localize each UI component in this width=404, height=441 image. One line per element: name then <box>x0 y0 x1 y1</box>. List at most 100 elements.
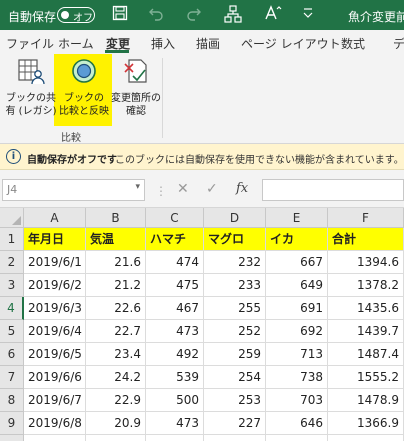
table-cell[interactable]: 1439.7 <box>328 320 404 343</box>
table-cell[interactable]: 713 <box>266 343 328 366</box>
row-header[interactable]: 3 <box>0 274 24 297</box>
table-cell[interactable]: 24.2 <box>86 366 146 389</box>
compare-merge-button[interactable]: ブックの 比較と反映 <box>58 56 110 118</box>
row-header[interactable]: 6 <box>0 343 24 366</box>
table-cell[interactable]: 2019/6/2 <box>24 274 86 297</box>
table-cell[interactable]: 253 <box>204 389 266 412</box>
column-header-f[interactable]: F <box>328 208 404 228</box>
table-cell[interactable]: 2019/6/8 <box>24 412 86 435</box>
table-cell[interactable]: 2019/6/5 <box>24 343 86 366</box>
table-cell[interactable]: 691 <box>266 297 328 320</box>
save-icon[interactable] <box>112 5 128 25</box>
table-cell[interactable]: 22.6 <box>86 297 146 320</box>
table-cell[interactable]: 21.2 <box>86 274 146 297</box>
formula-input[interactable] <box>262 179 404 201</box>
header-cell[interactable]: 合計 <box>328 228 404 251</box>
table-cell[interactable]: 2019/6/3 <box>24 297 86 320</box>
table-cell[interactable]: 22.9 <box>86 389 146 412</box>
redo-icon[interactable] <box>186 5 202 25</box>
hierarchy-icon[interactable] <box>224 5 242 27</box>
table-cell[interactable]: 1378.2 <box>328 274 404 297</box>
cancel-icon[interactable]: ✕ <box>177 181 189 197</box>
undo-icon[interactable] <box>148 5 164 25</box>
table-cell[interactable]: 500 <box>146 389 204 412</box>
tab-insert[interactable]: 挿入 <box>151 35 175 52</box>
table-cell[interactable]: 539 <box>146 366 204 389</box>
table-cell[interactable]: 492 <box>146 343 204 366</box>
table-cell[interactable]: 462 <box>146 435 204 441</box>
table-cell[interactable]: 227 <box>204 412 266 435</box>
tab-data[interactable]: デ <box>393 35 404 52</box>
table-cell[interactable]: 259 <box>204 343 266 366</box>
tab-draw[interactable]: 描画 <box>196 35 220 52</box>
table-cell[interactable]: 473 <box>146 320 204 343</box>
row-header[interactable]: 9 <box>0 412 24 435</box>
table-cell[interactable]: 649 <box>266 274 328 297</box>
table-cell[interactable]: 252 <box>204 320 266 343</box>
table-cell[interactable]: 738 <box>266 366 328 389</box>
row-header[interactable]: 4 <box>0 297 24 320</box>
customize-dropdown-icon[interactable] <box>302 5 314 25</box>
table-cell[interactable]: 475 <box>146 274 204 297</box>
column-header-d[interactable]: D <box>204 208 266 228</box>
table-cell[interactable]: 2019/6/9 <box>24 435 86 441</box>
table-cell[interactable]: 21.6 <box>86 435 146 441</box>
header-cell[interactable]: 気温 <box>86 228 146 251</box>
share-workbook-button[interactable]: ブックの共 有 (レガシ) <box>4 56 58 118</box>
row-header[interactable]: 10 <box>0 435 24 441</box>
table-cell[interactable]: 1435.6 <box>328 297 404 320</box>
table-cell[interactable]: 23.4 <box>86 343 146 366</box>
tab-home[interactable]: ホーム <box>58 35 94 52</box>
row-header[interactable]: 2 <box>0 251 24 274</box>
chevron-down-icon[interactable]: ▾ <box>135 182 140 192</box>
table-cell[interactable]: 21.6 <box>86 251 146 274</box>
table-cell[interactable]: 255 <box>204 297 266 320</box>
row-header[interactable]: 1 <box>0 228 24 251</box>
table-cell[interactable]: 667 <box>266 251 328 274</box>
table-cell[interactable]: 254 <box>204 366 266 389</box>
table-cell[interactable]: 474 <box>146 251 204 274</box>
table-cell[interactable]: 2019/6/6 <box>24 366 86 389</box>
table-cell[interactable]: 1555.2 <box>328 366 404 389</box>
table-cell[interactable]: 661 <box>266 435 328 441</box>
table-cell[interactable]: 467 <box>146 297 204 320</box>
table-cell[interactable]: 20.9 <box>86 412 146 435</box>
table-cell[interactable]: 2019/6/4 <box>24 320 86 343</box>
header-cell[interactable]: ハマチ <box>146 228 204 251</box>
table-cell[interactable]: 1389.6 <box>328 435 404 441</box>
track-changes-button[interactable]: 変更箇所の 確認 <box>110 56 162 118</box>
font-size-icon[interactable] <box>264 5 282 25</box>
insert-function-icon[interactable]: fx <box>236 181 248 196</box>
table-cell[interactable]: 703 <box>266 389 328 412</box>
table-cell[interactable]: 2019/6/7 <box>24 389 86 412</box>
check-icon[interactable]: ✓ <box>206 181 218 197</box>
row-header[interactable]: 5 <box>0 320 24 343</box>
column-header-b[interactable]: B <box>86 208 146 228</box>
table-cell[interactable]: 1487.4 <box>328 343 404 366</box>
name-box[interactable]: J4 ▾ <box>2 179 145 201</box>
table-cell[interactable]: 1394.6 <box>328 251 404 274</box>
column-header-a[interactable]: A <box>24 208 86 228</box>
tab-page-layout[interactable]: ページ レイアウト <box>241 35 341 52</box>
table-cell[interactable]: 245 <box>204 435 266 441</box>
header-cell[interactable]: マグロ <box>204 228 266 251</box>
table-cell[interactable]: 2019/6/1 <box>24 251 86 274</box>
row-header[interactable]: 7 <box>0 366 24 389</box>
row-header[interactable]: 8 <box>0 389 24 412</box>
tab-file[interactable]: ファイル <box>6 35 54 52</box>
table-cell[interactable]: 22.7 <box>86 320 146 343</box>
table-cell[interactable]: 232 <box>204 251 266 274</box>
table-cell[interactable]: 1478.9 <box>328 389 404 412</box>
header-cell[interactable]: 年月日 <box>24 228 86 251</box>
table-cell[interactable]: 233 <box>204 274 266 297</box>
column-header-e[interactable]: E <box>266 208 328 228</box>
table-cell[interactable]: 692 <box>266 320 328 343</box>
select-all-corner[interactable] <box>0 208 24 228</box>
table-cell[interactable]: 1366.9 <box>328 412 404 435</box>
header-cell[interactable]: イカ <box>266 228 328 251</box>
column-header-c[interactable]: C <box>146 208 204 228</box>
table-cell[interactable]: 473 <box>146 412 204 435</box>
autosave-toggle[interactable]: オフ <box>57 7 95 24</box>
tab-formulas[interactable]: 数式 <box>341 35 365 52</box>
table-cell[interactable]: 646 <box>266 412 328 435</box>
